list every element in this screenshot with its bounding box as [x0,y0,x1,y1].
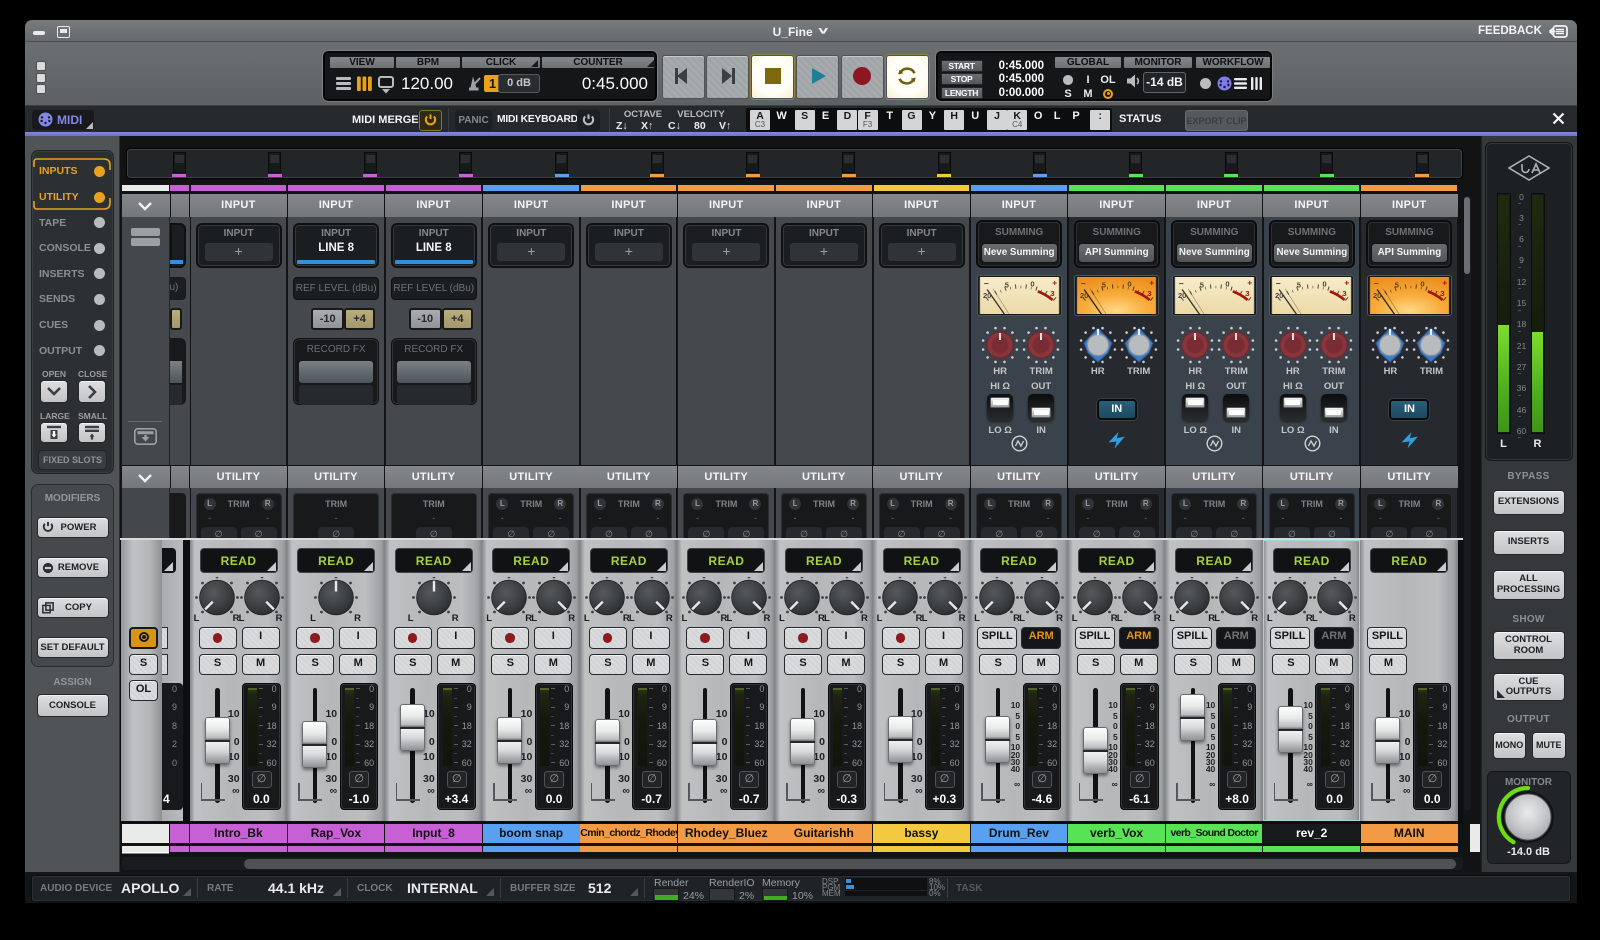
svg-text:5: 5 [1102,280,1106,289]
svg-text:5: 5 [1395,280,1399,289]
svg-text:−: − [984,278,989,288]
svg-text:3: 3 [1148,288,1152,297]
svg-text:3: 3 [1050,288,1054,297]
svg-text:5: 5 [1004,280,1008,289]
svg-text:3: 3 [1440,288,1444,297]
svg-text:5: 5 [1297,280,1301,289]
svg-text:0: 0 [1030,279,1034,288]
svg-text:−: − [1081,278,1086,288]
svg-text:20: 20 [1080,290,1088,299]
svg-text:20: 20 [1275,290,1283,299]
svg-text:0: 0 [1128,279,1132,288]
svg-text:0: 0 [1225,279,1229,288]
svg-text:+: + [1345,277,1350,287]
svg-text:3: 3 [1343,288,1347,297]
svg-text:0: 0 [1323,279,1327,288]
svg-text:0: 0 [1420,279,1424,288]
svg-text:−: − [1179,278,1184,288]
svg-text:20: 20 [1373,290,1381,299]
svg-text:3: 3 [1245,288,1249,297]
svg-text:20: 20 [1178,290,1186,299]
svg-text:20: 20 [983,290,991,299]
svg-text:−: − [1276,278,1281,288]
svg-text:+: + [1442,277,1447,287]
svg-text:+: + [1149,277,1154,287]
svg-text:−: − [1374,278,1379,288]
svg-text:5: 5 [1200,280,1204,289]
svg-text:+: + [1247,277,1252,287]
svg-text:+: + [1052,277,1057,287]
